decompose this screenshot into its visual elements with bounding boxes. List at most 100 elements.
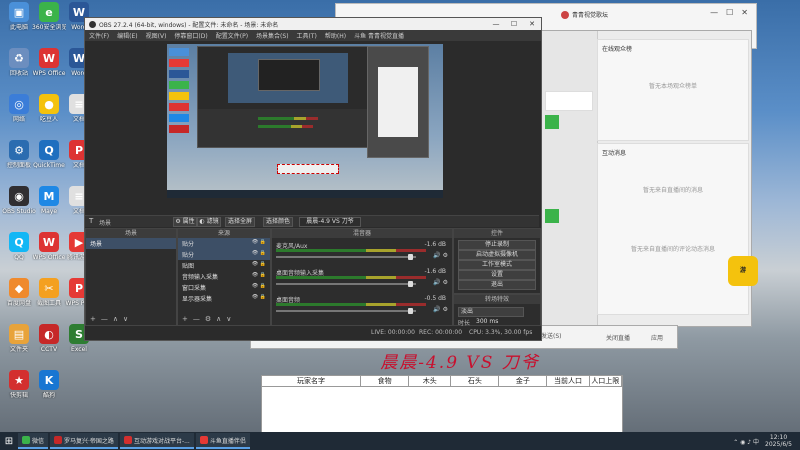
cpu-status: CPU: 3.3%, 30.00 fps <box>469 329 533 336</box>
source-item[interactable]: 窗口采集 👁 🔒 <box>178 282 270 293</box>
desktop-icon[interactable]: ● 吃豆人 <box>32 94 66 123</box>
source-item[interactable]: 贴分 👁 🔒 <box>178 238 270 249</box>
apply-button[interactable]: 发送(S) <box>541 331 562 340</box>
up-icon[interactable]: ∧ <box>216 315 221 323</box>
menu-item[interactable]: 配置文件(P) <box>216 31 248 40</box>
desktop-icon[interactable]: Q QuickTime <box>32 140 66 169</box>
desktop-icon-label: 控制面板 <box>6 162 31 169</box>
remove-icon[interactable]: — <box>193 315 200 323</box>
table-header-row: 玩家名字 食物 木头 石头 金子 当前人口 人口上限 <box>262 376 622 387</box>
close-live-button[interactable]: 关闭直播 <box>606 333 630 342</box>
down-icon[interactable]: ∨ <box>123 315 128 323</box>
volume-slider[interactable] <box>276 281 416 287</box>
add-icon[interactable]: + <box>182 315 188 323</box>
obs-preview[interactable] <box>167 44 443 198</box>
control-button[interactable]: 设置 <box>458 270 536 280</box>
menu-item[interactable]: 视图(V) <box>146 31 167 40</box>
visibility-lock-icons[interactable]: 👁 🔒 <box>252 261 266 270</box>
visibility-lock-icons[interactable]: 👁 🔒 <box>252 239 266 248</box>
menu-item[interactable]: 停靠窗口(D) <box>174 31 207 40</box>
close-icon[interactable]: ✕ <box>523 20 541 28</box>
menu-item[interactable]: 文件(F) <box>89 31 109 40</box>
taskbar-item[interactable]: 微信 <box>18 433 49 449</box>
desktop-icon[interactable]: Q QQ <box>2 232 36 261</box>
down-icon[interactable]: ∨ <box>226 315 231 323</box>
desktop-icon[interactable]: ◆ 百度网盘 <box>2 278 36 307</box>
up-icon[interactable]: ∧ <box>113 315 118 323</box>
scene-item[interactable]: 场景 <box>86 238 176 249</box>
taskbar-item[interactable]: 互动游戏对战平台-... <box>119 433 194 449</box>
filters-button[interactable]: ◐ 滤镜 <box>197 217 221 227</box>
start-icon[interactable]: ⊞ <box>0 432 18 450</box>
visibility-lock-icons[interactable]: 👁 🔒 <box>252 272 266 281</box>
source-item[interactable]: 音频输入采集 👁 🔒 <box>178 271 270 282</box>
menu-item[interactable]: 场景集合(S) <box>256 31 289 40</box>
select-scene-button[interactable]: 选择全屏 <box>225 217 255 227</box>
desktop-icon[interactable]: ▣ 此电脑 <box>2 2 36 31</box>
minimize-icon[interactable]: — <box>710 8 718 17</box>
user-badge[interactable]: 青青视觉歌坛 <box>561 10 608 19</box>
speaker-gear-icons[interactable]: 🔊 ⚙ <box>433 306 448 313</box>
properties-button[interactable]: ⚙ 属性 <box>173 217 197 227</box>
menu-item[interactable]: 斗鱼 青青视觉直播 <box>354 31 404 40</box>
desktop-icon[interactable]: ★ 快剪辑 <box>2 370 36 399</box>
clock[interactable]: 12:10 2025/6/5 <box>765 434 792 448</box>
desktop-icon[interactable]: ⚙ 控制面板 <box>2 140 36 169</box>
maximize-icon[interactable]: ☐ <box>505 20 523 28</box>
desktop-icon[interactable]: ▤ 文件夹 <box>2 324 36 353</box>
menu-item[interactable]: 编辑(E) <box>117 31 137 40</box>
source-item[interactable]: 贴图 👁 🔒 <box>178 260 270 271</box>
match-banner: 晨晨-4.9 VS 刀爷 <box>380 353 540 373</box>
minimize-icon[interactable]: — <box>487 20 505 28</box>
tray-icons[interactable]: ⌃ ◉ ♪ 中 <box>733 437 759 446</box>
speaker-gear-icons[interactable]: 🔊 ⚙ <box>433 279 448 286</box>
list-item[interactable] <box>545 91 593 111</box>
source-item[interactable]: 显示器采集 👁 🔒 <box>178 293 270 304</box>
control-button[interactable]: 工作室模式 <box>458 260 536 270</box>
audio-meter <box>276 276 426 279</box>
visibility-lock-icons[interactable]: 👁 🔒 <box>252 294 266 303</box>
mixer-track-db: -1.6 dB <box>424 268 446 275</box>
app-icon: ✂ <box>39 278 59 298</box>
speaker-gear-icons[interactable]: 🔊 ⚙ <box>433 252 448 259</box>
desktop-icon[interactable]: e 360安全浏览器 <box>32 2 66 31</box>
source-label: 贴分 <box>182 241 195 248</box>
control-button[interactable]: 启动虚拟摄像机 <box>458 250 536 260</box>
desktop-icon[interactable]: ◉ OBS Studio <box>2 186 36 215</box>
menu-item[interactable]: 帮助(H) <box>325 31 346 40</box>
add-icon[interactable]: + <box>90 315 96 323</box>
table-header-cell: 石头 <box>451 376 500 386</box>
menu-item[interactable]: 工具(T) <box>297 31 317 40</box>
chat-side-list <box>541 31 598 326</box>
close-icon[interactable]: ✕ <box>741 8 748 17</box>
visibility-lock-icons[interactable]: 👁 🔒 <box>252 283 266 292</box>
desktop-icon[interactable]: K 酷狗 <box>32 370 66 399</box>
volume-slider[interactable] <box>276 254 416 260</box>
slider-knob[interactable] <box>408 281 413 287</box>
volume-slider[interactable] <box>276 308 416 314</box>
maximize-icon[interactable]: ☐ <box>726 8 733 17</box>
desktop-icon[interactable]: ◐ CCTV <box>32 324 66 353</box>
source-item[interactable]: 贴分 👁 🔒 <box>178 249 270 260</box>
taskbar-item[interactable]: 罗马复兴·帝国之路 <box>50 433 118 449</box>
select-color-button[interactable]: 选择颜色 <box>263 217 293 227</box>
desktop-icon[interactable]: ♻ 回收站 <box>2 48 36 77</box>
desktop-icon[interactable]: ◎ 网络 <box>2 94 36 123</box>
control-button[interactable]: 停止录制 <box>458 240 536 250</box>
taskbar-item[interactable]: 斗鱼直播伴侣 <box>195 433 250 449</box>
gear-icon[interactable]: ⚙ <box>205 315 211 323</box>
visibility-lock-icons[interactable]: 👁 🔒 <box>252 250 266 259</box>
transition-select[interactable]: 淡出 <box>458 307 524 317</box>
apply-link[interactable]: 应用 <box>651 333 663 342</box>
desktop-icon[interactable]: ✂ 截图工具 <box>32 278 66 307</box>
remove-icon[interactable]: — <box>101 315 108 323</box>
desktop-icon[interactable]: W WPS Office <box>32 232 66 261</box>
slider-knob[interactable] <box>408 254 413 260</box>
app-icon <box>199 436 208 444</box>
desktop-icon[interactable]: M Maye <box>32 186 66 215</box>
control-button[interactable]: 退出 <box>458 280 536 290</box>
window-title: OBS 27.2.4 (64-bit, windows) - 配置文件: 未命名… <box>99 21 279 29</box>
duration-field[interactable]: 300 ms <box>476 318 498 325</box>
desktop-icon[interactable]: W WPS Office <box>32 48 66 77</box>
slider-knob[interactable] <box>408 308 413 314</box>
